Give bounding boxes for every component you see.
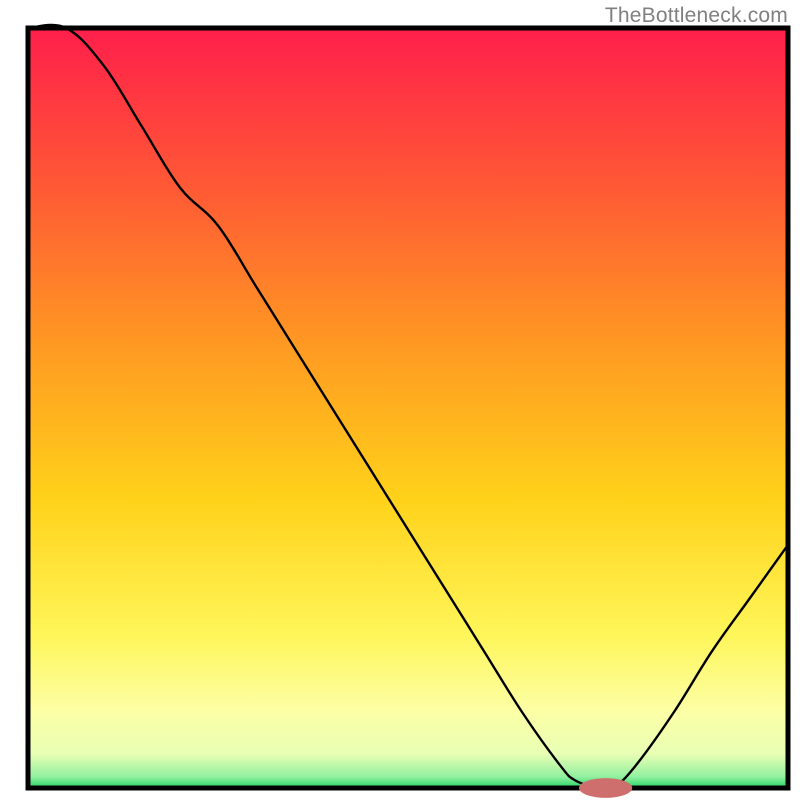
optimal-marker bbox=[579, 778, 632, 798]
bottleneck-chart: TheBottleneck.com bbox=[0, 0, 800, 800]
chart-svg bbox=[0, 0, 800, 800]
gradient-background bbox=[28, 28, 788, 788]
